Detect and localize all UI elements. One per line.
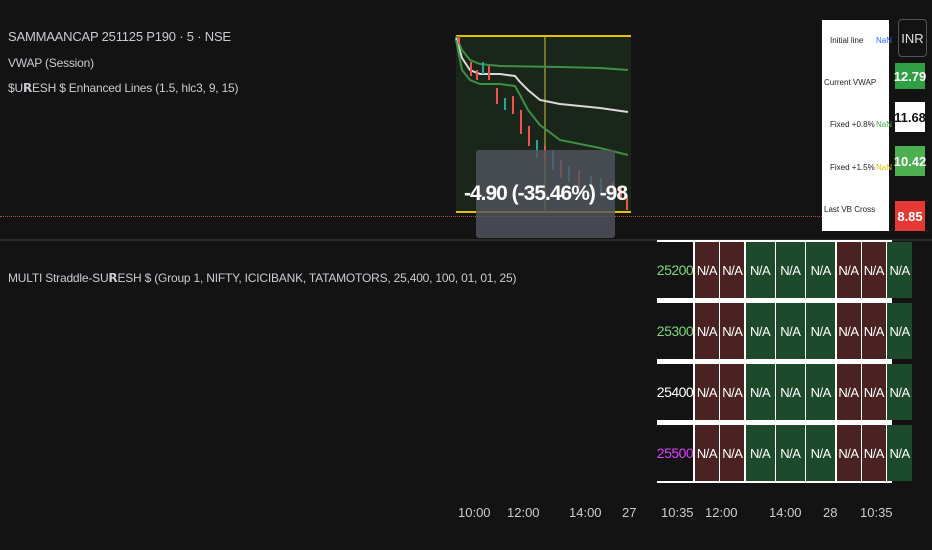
straddle-cell: N/A	[775, 364, 805, 420]
straddle-cell: N/A	[745, 242, 775, 298]
straddle-cell: N/A	[695, 364, 719, 420]
straddle-cell: N/A	[695, 425, 719, 481]
measure-tooltip-text: -4.90 (-35.46%) -98	[463, 182, 628, 205]
price-label-last: 8.85	[895, 201, 925, 231]
straddle-cell: N/A	[836, 425, 861, 481]
straddle-cell: N/A	[887, 425, 913, 481]
straddle-cell: N/A	[745, 425, 775, 481]
strike-cell: 25500	[657, 425, 694, 481]
straddle-cell: N/A	[887, 364, 913, 420]
straddle-cell: N/A	[861, 425, 886, 481]
straddle-cell: N/A	[806, 364, 836, 420]
straddle-cell: N/A	[836, 242, 861, 298]
straddle-cell: N/A	[720, 303, 745, 359]
time-tick: 10:35	[860, 505, 893, 520]
time-tick: 27	[622, 505, 637, 520]
strike-cell: 25400	[657, 364, 694, 420]
info-label: Fixed +0.8%	[830, 120, 875, 129]
straddle-cell: N/A	[806, 425, 836, 481]
straddle-cell: N/A	[720, 425, 745, 481]
info-label: Initial line	[830, 36, 864, 45]
straddle-cell: N/A	[695, 242, 719, 298]
info-value: NaN	[876, 120, 893, 129]
straddle-indicator-label[interactable]: MULTI Straddle-SU𝗥ESH $ (Group 1, NIFTY,…	[8, 271, 516, 285]
straddle-cell: N/A	[745, 303, 775, 359]
straddle-cell: N/A	[720, 242, 745, 298]
info-row-fixed-08: Fixed +0.8% NaN	[830, 120, 897, 129]
info-label: Current VWAP	[824, 78, 877, 87]
straddle-cell: N/A	[887, 303, 913, 359]
straddle-cell: N/A	[806, 242, 836, 298]
price-label-upper-band: 12.79	[894, 63, 926, 89]
last-price-line	[0, 216, 880, 217]
info-row-last-vb-cross: Last VB Cross	[824, 205, 891, 214]
price-label-lower-band: 10.42	[894, 146, 926, 176]
strike-cell: 25200	[657, 242, 694, 298]
info-value: NaN	[876, 36, 893, 45]
info-label: Last VB Cross	[824, 205, 876, 214]
time-tick: 14:00	[769, 505, 802, 520]
time-tick: 12:00	[507, 505, 540, 520]
time-tick: 14:00	[569, 505, 602, 520]
straddle-cell: N/A	[861, 364, 886, 420]
time-tick: 10:00	[458, 505, 491, 520]
info-row-current-vwap: Current VWAP	[824, 78, 891, 87]
straddle-cell: N/A	[861, 303, 886, 359]
time-tick: 12:00	[705, 505, 738, 520]
straddle-table: 25200 N/A N/A N/A N/A N/A N/A N/A N/A 25300 N/A N/A…	[657, 240, 913, 483]
straddle-cell: N/A	[836, 364, 861, 420]
straddle-cell: N/A	[745, 364, 775, 420]
vwap-info-table: Initial line NaN Current VWAP Fixed +0.8…	[822, 20, 892, 231]
time-tick: 28	[823, 505, 838, 520]
info-label: Fixed +1.5%	[830, 163, 875, 172]
time-tick: 10:35	[661, 505, 694, 520]
straddle-cell: N/A	[720, 364, 745, 420]
straddle-cell: N/A	[861, 242, 886, 298]
straddle-cell: N/A	[806, 303, 836, 359]
measure-tooltip: -4.90 (-35.46%) -98	[464, 150, 628, 238]
straddle-cell: N/A	[775, 303, 805, 359]
info-row-initial-line: Initial line NaN	[830, 36, 897, 45]
currency-button[interactable]: INR	[898, 19, 927, 57]
straddle-cell: N/A	[887, 242, 913, 298]
straddle-cell: N/A	[695, 303, 719, 359]
strike-cell: 25300	[657, 303, 694, 359]
straddle-cell: N/A	[836, 303, 861, 359]
info-value: NaN	[876, 163, 893, 172]
straddle-cell: N/A	[775, 425, 805, 481]
straddle-cell: N/A	[775, 242, 805, 298]
price-label-vwap: 11.68	[894, 102, 926, 132]
info-row-fixed-15: Fixed +1.5% NaN	[830, 163, 897, 172]
